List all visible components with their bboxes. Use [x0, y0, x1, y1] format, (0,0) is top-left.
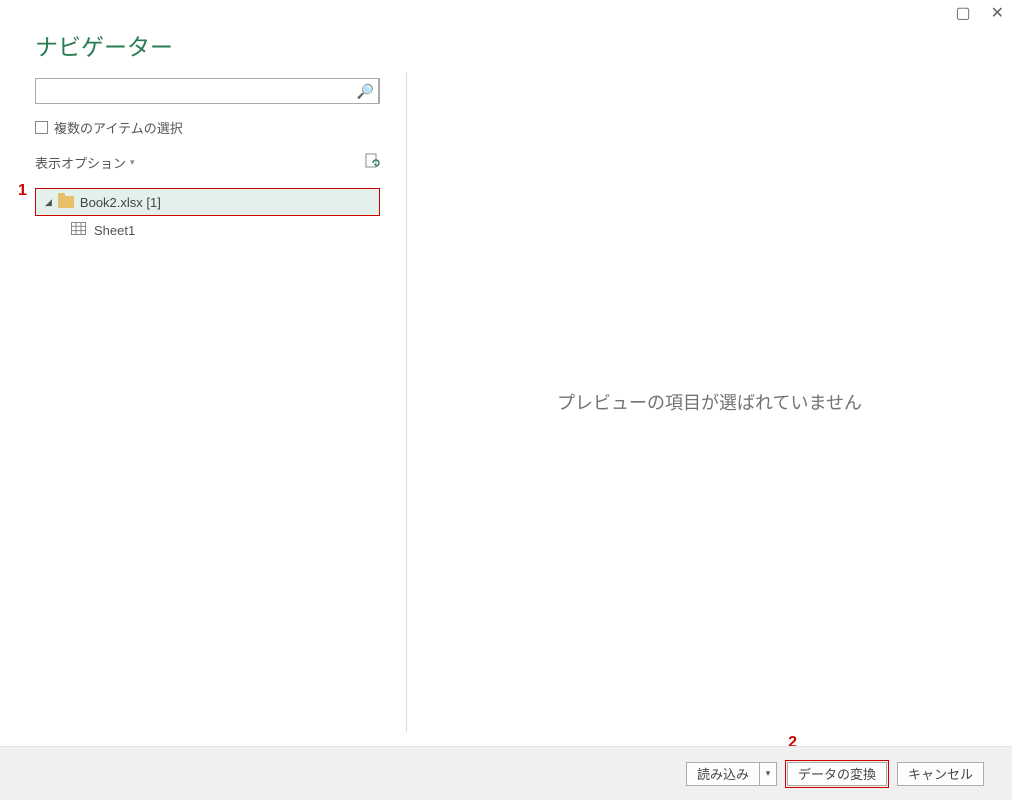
expander-icon[interactable]: ◢	[45, 197, 52, 208]
tree-child-item[interactable]: Sheet1	[35, 216, 380, 244]
chevron-down-icon: ▾	[130, 157, 135, 168]
preview-empty-message: プレビューの項目が選ばれていません	[557, 389, 862, 415]
checkbox-icon[interactable]	[35, 121, 48, 134]
preview-pane: プレビューの項目が選ばれていません	[407, 72, 1012, 732]
dialog-title: ナビゲーター	[35, 28, 173, 62]
refresh-icon[interactable]	[364, 153, 380, 172]
cancel-button[interactable]: キャンセル	[897, 762, 984, 786]
search-input[interactable]	[36, 79, 379, 103]
load-dropdown-button[interactable]: ▾	[759, 762, 777, 786]
chevron-down-icon: ▾	[766, 768, 771, 779]
multi-select-label: 複数のアイテムの選択	[54, 118, 183, 137]
tree-root-label: Book2.xlsx [1]	[80, 195, 161, 210]
multi-select-checkbox[interactable]: 複数のアイテムの選択	[35, 118, 380, 137]
load-button-split[interactable]: 読み込み ▾	[686, 762, 777, 786]
display-options-label: 表示オプション	[35, 153, 126, 172]
dialog-footer: 読み込み ▾ データの変換 キャンセル	[0, 746, 1012, 800]
folder-icon	[58, 196, 74, 208]
annotation-1: 1	[18, 182, 27, 200]
load-button[interactable]: 読み込み	[686, 762, 759, 786]
search-field[interactable]: 🔍	[35, 78, 380, 104]
tree-child-label: Sheet1	[94, 223, 135, 238]
maximize-icon[interactable]: ▢	[955, 6, 970, 22]
transform-data-button[interactable]: データの変換	[787, 762, 887, 786]
display-options-dropdown[interactable]: 表示オプション ▾	[35, 153, 135, 172]
sheet-icon	[71, 222, 86, 238]
search-icon[interactable]: 🔍	[353, 79, 379, 103]
tree-root-item[interactable]: ◢ Book2.xlsx [1]	[35, 188, 380, 216]
navigator-left-pane: 🔍 複数のアイテムの選択 表示オプション ▾ ◢ Book2.xlsx [1] …	[35, 78, 380, 738]
close-icon[interactable]: ✕	[991, 6, 1004, 22]
navigator-tree: ◢ Book2.xlsx [1] Sheet1	[35, 188, 380, 244]
window-controls: ▢ ✕	[955, 6, 1004, 22]
